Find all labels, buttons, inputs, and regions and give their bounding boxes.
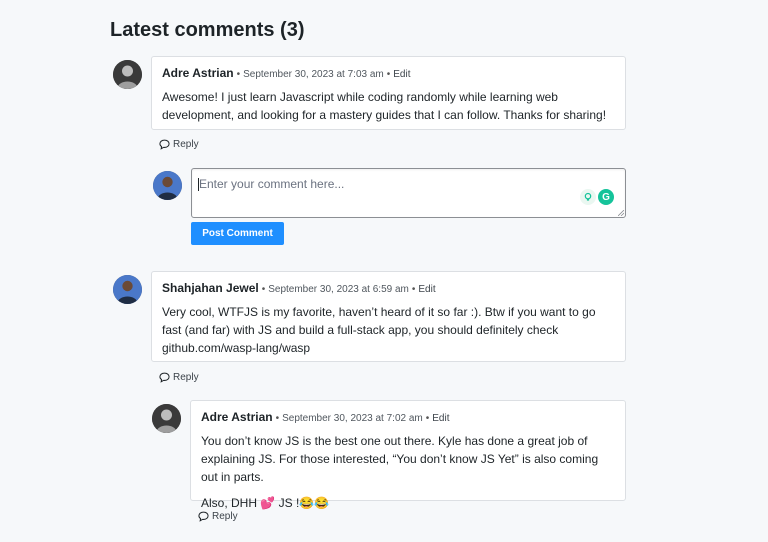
comment-card: Adre Astrian • September 30, 2023 at 7:03 … [151,56,626,130]
text-cursor [198,178,199,191]
comment-meta: Adre Astrian • September 30, 2023 at 7:02 … [201,410,450,424]
comment-text: Very cool, WTFJS is my favorite, haven’t… [162,305,596,355]
comment-card: Shahjahan Jewel • September 30, 2023 at 6:… [151,271,626,362]
avatar-image-icon [113,60,142,89]
comment-author[interactable]: Adre Astrian [162,66,234,80]
reply-label: Reply [212,511,238,522]
comment-author[interactable]: Shahjahan Jewel [162,281,259,295]
comment-card: Adre Astrian • September 30, 2023 at 7:02 … [190,400,626,510]
comment-paragraph: You don’t know JS is the best one out th… [201,434,599,484]
speech-bubble-icon [198,511,209,522]
avatar-image-icon [153,171,182,200]
lightbulb-icon[interactable] [580,189,596,205]
comment-textarea[interactable] [192,169,625,217]
reply-button[interactable]: Reply [159,372,199,383]
comment-text: You don’t know JS is the best one out th… [201,432,615,512]
reply-button[interactable]: Reply [198,511,238,522]
comment-meta: Adre Astrian • September 30, 2023 at 7:03 … [162,66,411,80]
resize-handle-icon[interactable] [618,210,624,216]
comment-paragraph: Also, DHH 💕 JS !😂😂 [201,496,330,510]
comment-meta: Shahjahan Jewel • September 30, 2023 at 6:… [162,281,436,295]
post-comment-button[interactable]: Post Comment [191,222,284,245]
speech-bubble-icon [159,139,170,150]
comment-input-box[interactable]: G [191,168,626,218]
current-user-avatar [153,171,182,200]
avatar[interactable] [152,404,181,433]
speech-bubble-icon [159,372,170,383]
avatar-image-icon [113,275,142,304]
comment-date[interactable]: September 30, 2023 at 6:59 am [268,284,409,295]
edit-link[interactable]: Edit [418,284,435,295]
edit-link[interactable]: Edit [432,413,449,424]
grammarly-widget[interactable]: G [580,189,614,205]
reply-label: Reply [173,139,199,150]
reply-label: Reply [173,372,199,383]
edit-link[interactable]: Edit [393,69,410,80]
comment-date[interactable]: September 30, 2023 at 7:03 am [243,69,384,80]
comment-author[interactable]: Adre Astrian [201,410,273,424]
avatar-image-icon [152,404,181,433]
avatar[interactable] [113,275,142,304]
comment-date[interactable]: September 30, 2023 at 7:02 am [282,413,423,424]
comment-text: Awesome! I just learn Javascript while c… [162,90,607,122]
avatar[interactable] [113,60,142,89]
page-title: Latest comments (3) [110,19,305,41]
reply-button[interactable]: Reply [159,139,199,150]
grammarly-icon[interactable]: G [598,189,614,205]
